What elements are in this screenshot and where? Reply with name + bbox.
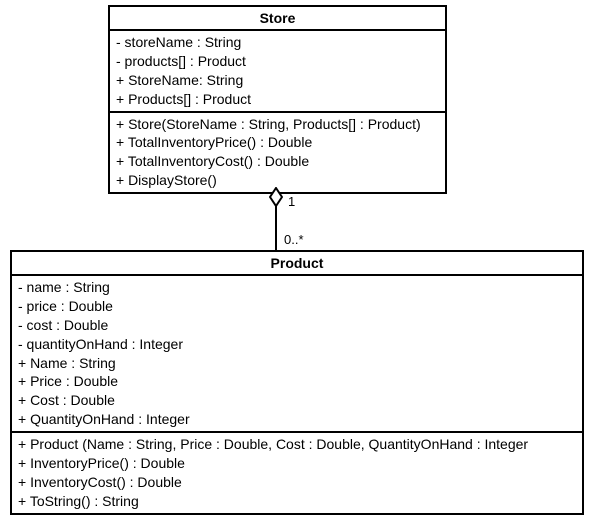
class-product: Product - name : String - price : Double… bbox=[10, 250, 584, 515]
class-store: Store - storeName : String - products[] … bbox=[108, 5, 447, 194]
class-product-operations: + Product (Name : String, Price : Double… bbox=[12, 433, 582, 513]
op-line: + TotalInventoryCost() : Double bbox=[116, 152, 439, 171]
op-line: + Store(StoreName : String, Products[] :… bbox=[116, 115, 439, 134]
attr-line: + StoreName: String bbox=[116, 71, 439, 90]
class-product-title: Product bbox=[12, 252, 582, 276]
attr-line: + Name : String bbox=[18, 354, 576, 373]
op-line: + InventoryPrice() : Double bbox=[18, 454, 576, 473]
attr-line: - storeName : String bbox=[116, 33, 439, 52]
multiplicity-top: 1 bbox=[288, 194, 295, 209]
op-line: + InventoryCost() : Double bbox=[18, 473, 576, 492]
class-store-title: Store bbox=[110, 7, 445, 31]
attr-line: - price : Double bbox=[18, 297, 576, 316]
class-store-operations: + Store(StoreName : String, Products[] :… bbox=[110, 113, 445, 193]
op-line: + Product (Name : String, Price : Double… bbox=[18, 435, 576, 454]
attr-line: + Cost : Double bbox=[18, 391, 576, 410]
class-product-attributes: - name : String - price : Double - cost … bbox=[12, 276, 582, 433]
op-line: + TotalInventoryPrice() : Double bbox=[116, 133, 439, 152]
attr-line: + Products[] : Product bbox=[116, 90, 439, 109]
connector-line bbox=[275, 205, 277, 250]
op-line: + ToString() : String bbox=[18, 492, 576, 511]
attr-line: + Price : Double bbox=[18, 372, 576, 391]
attr-line: - cost : Double bbox=[18, 316, 576, 335]
attr-line: - quantityOnHand : Integer bbox=[18, 335, 576, 354]
class-store-attributes: - storeName : String - products[] : Prod… bbox=[110, 31, 445, 113]
attr-line: - name : String bbox=[18, 278, 576, 297]
aggregation-connector bbox=[275, 187, 277, 250]
attr-line: + QuantityOnHand : Integer bbox=[18, 410, 576, 429]
attr-line: - products[] : Product bbox=[116, 52, 439, 71]
aggregation-diamond-icon bbox=[269, 187, 281, 205]
multiplicity-bottom: 0..* bbox=[284, 232, 304, 247]
